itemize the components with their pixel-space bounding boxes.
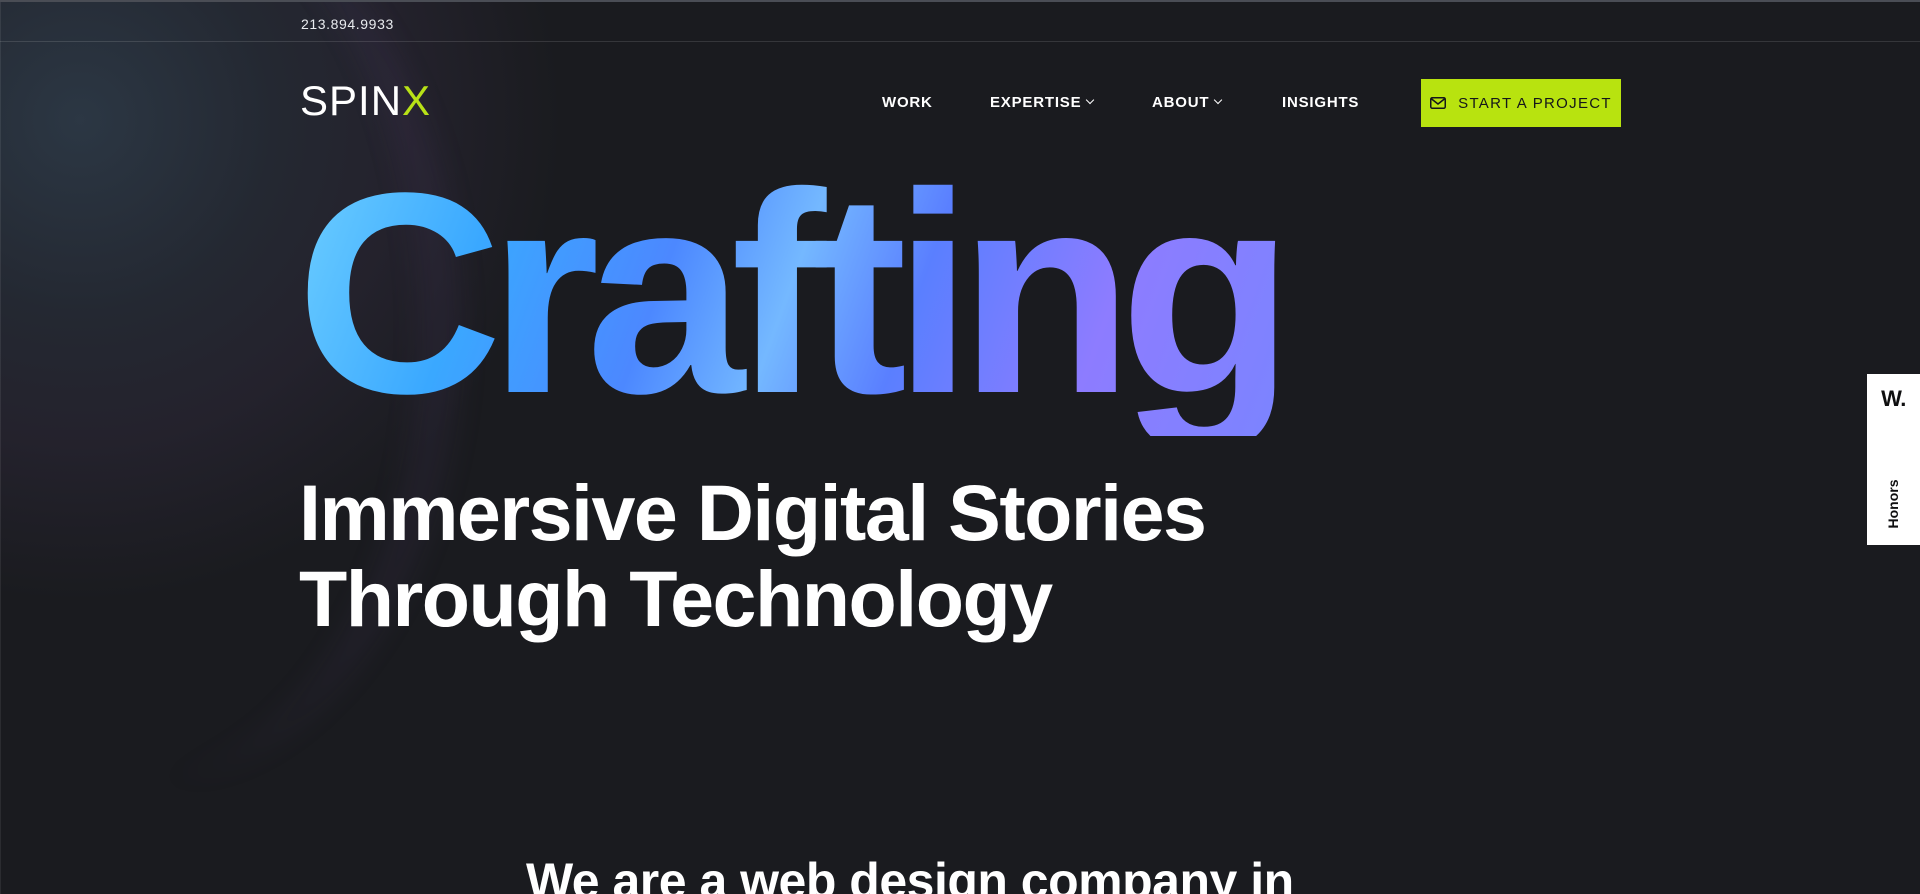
chevron-down-icon bbox=[1214, 95, 1223, 105]
nav-item-label: WORK bbox=[882, 94, 933, 111]
top-bar: 213.894.9933 bbox=[0, 0, 1920, 42]
start-project-button[interactable]: START A PROJECT bbox=[1421, 79, 1621, 127]
phone-link[interactable]: 213.894.9933 bbox=[301, 16, 394, 32]
chevron-down-icon bbox=[1086, 95, 1095, 105]
nav-item-expertise[interactable]: EXPERTISE bbox=[990, 94, 1095, 111]
nav-item-about[interactable]: ABOUT bbox=[1152, 94, 1223, 111]
nav-item-label: EXPERTISE bbox=[990, 94, 1082, 111]
nav-item-label: ABOUT bbox=[1152, 94, 1210, 111]
left-edge-line bbox=[0, 0, 1, 894]
hero-subheadline: Immersive Digital Stories Through Techno… bbox=[299, 468, 1207, 643]
start-project-label: START A PROJECT bbox=[1458, 94, 1612, 112]
mail-icon bbox=[1430, 97, 1447, 109]
honors-tab[interactable]: W. Honors bbox=[1867, 374, 1920, 545]
honors-label: Honors bbox=[1885, 479, 1901, 529]
hero-subheadline-line-2: Through Technology bbox=[299, 554, 1053, 643]
nav-item-label: INSIGHTS bbox=[1282, 94, 1360, 111]
nav-item-insights[interactable]: INSIGHTS bbox=[1282, 94, 1359, 111]
page: 213.894.9933 SPINX WORK EXPERTISE ABOUT … bbox=[0, 0, 1920, 894]
hero-headline: Crafting bbox=[296, 133, 1294, 453]
awwwards-w-icon: W. bbox=[1881, 386, 1906, 411]
main-nav: WORK EXPERTISE ABOUT INSIGHTS bbox=[0, 94, 1920, 114]
hero-subheadline-line-1: Immersive Digital Stories bbox=[299, 468, 1207, 557]
intro-heading: We are a web design company in bbox=[526, 853, 1294, 894]
nav-item-work[interactable]: WORK bbox=[882, 94, 933, 111]
